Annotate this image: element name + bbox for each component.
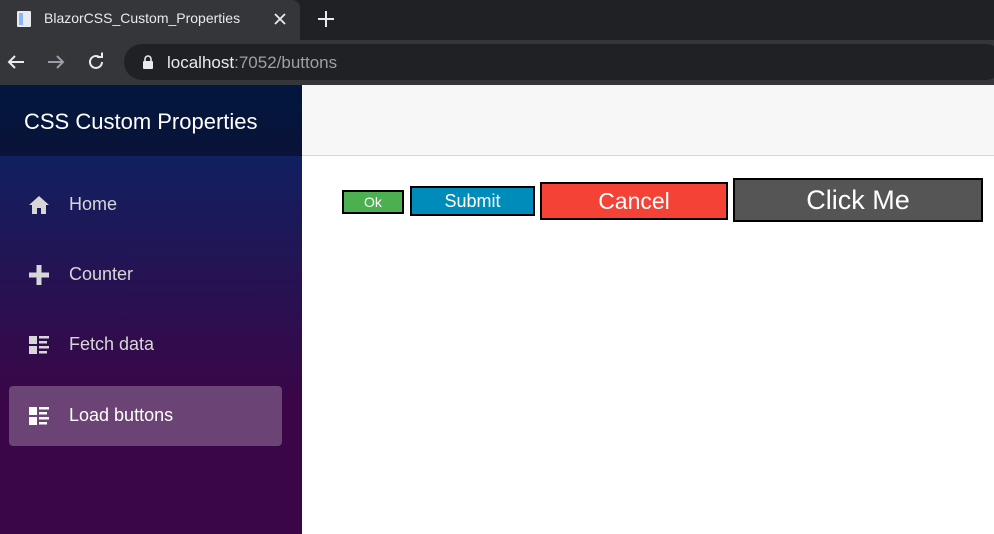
- ok-button[interactable]: Ok: [342, 190, 404, 214]
- plus-icon: [29, 265, 49, 285]
- address-bar[interactable]: localhost:7052/buttons: [124, 44, 994, 80]
- url-path: :7052/buttons: [234, 53, 338, 72]
- page-icon: [17, 11, 31, 27]
- main-content: Ok Submit Cancel Click Me: [302, 156, 994, 534]
- app: CSS Custom Properties Home Counter Fetch…: [0, 85, 994, 534]
- submit-button[interactable]: Submit: [410, 186, 535, 216]
- nav-item-fetch-data[interactable]: Fetch data: [9, 315, 282, 375]
- click-me-button[interactable]: Click Me: [733, 178, 983, 222]
- nav-item-label: Counter: [69, 264, 134, 284]
- app-brand[interactable]: CSS Custom Properties: [24, 109, 258, 135]
- list-icon: [29, 336, 49, 354]
- browser-toolbar: localhost:7052/buttons: [0, 40, 994, 85]
- cancel-button[interactable]: Cancel: [540, 182, 728, 220]
- top-row: [302, 85, 994, 156]
- forward-icon[interactable]: [45, 51, 67, 73]
- nav-item-home[interactable]: Home: [9, 175, 282, 235]
- nav-item-load-buttons[interactable]: Load buttons: [9, 386, 282, 446]
- url-host: localhost: [167, 53, 235, 72]
- nav-item-label: Fetch data: [69, 334, 155, 354]
- nav-item-label: Home: [69, 194, 118, 214]
- home-icon: [29, 196, 49, 214]
- nav-item-counter[interactable]: Counter: [9, 245, 282, 305]
- nav-item-label: Load buttons: [69, 405, 174, 425]
- browser-tab-strip: BlazorCSS_Custom_Properties: [0, 0, 994, 40]
- plus-icon[interactable]: [315, 8, 337, 30]
- reload-icon[interactable]: [85, 51, 107, 73]
- list-icon: [29, 407, 49, 425]
- browser-tab[interactable]: BlazorCSS_Custom_Properties: [0, 0, 300, 40]
- lock-icon[interactable]: [142, 55, 154, 69]
- brand-bar: CSS Custom Properties: [0, 85, 302, 156]
- close-icon[interactable]: [270, 9, 290, 29]
- url-text: localhost:7052/buttons: [167, 53, 337, 73]
- back-icon[interactable]: [5, 51, 27, 73]
- tab-title: BlazorCSS_Custom_Properties: [44, 10, 241, 26]
- sidebar: CSS Custom Properties Home Counter Fetch…: [0, 85, 302, 534]
